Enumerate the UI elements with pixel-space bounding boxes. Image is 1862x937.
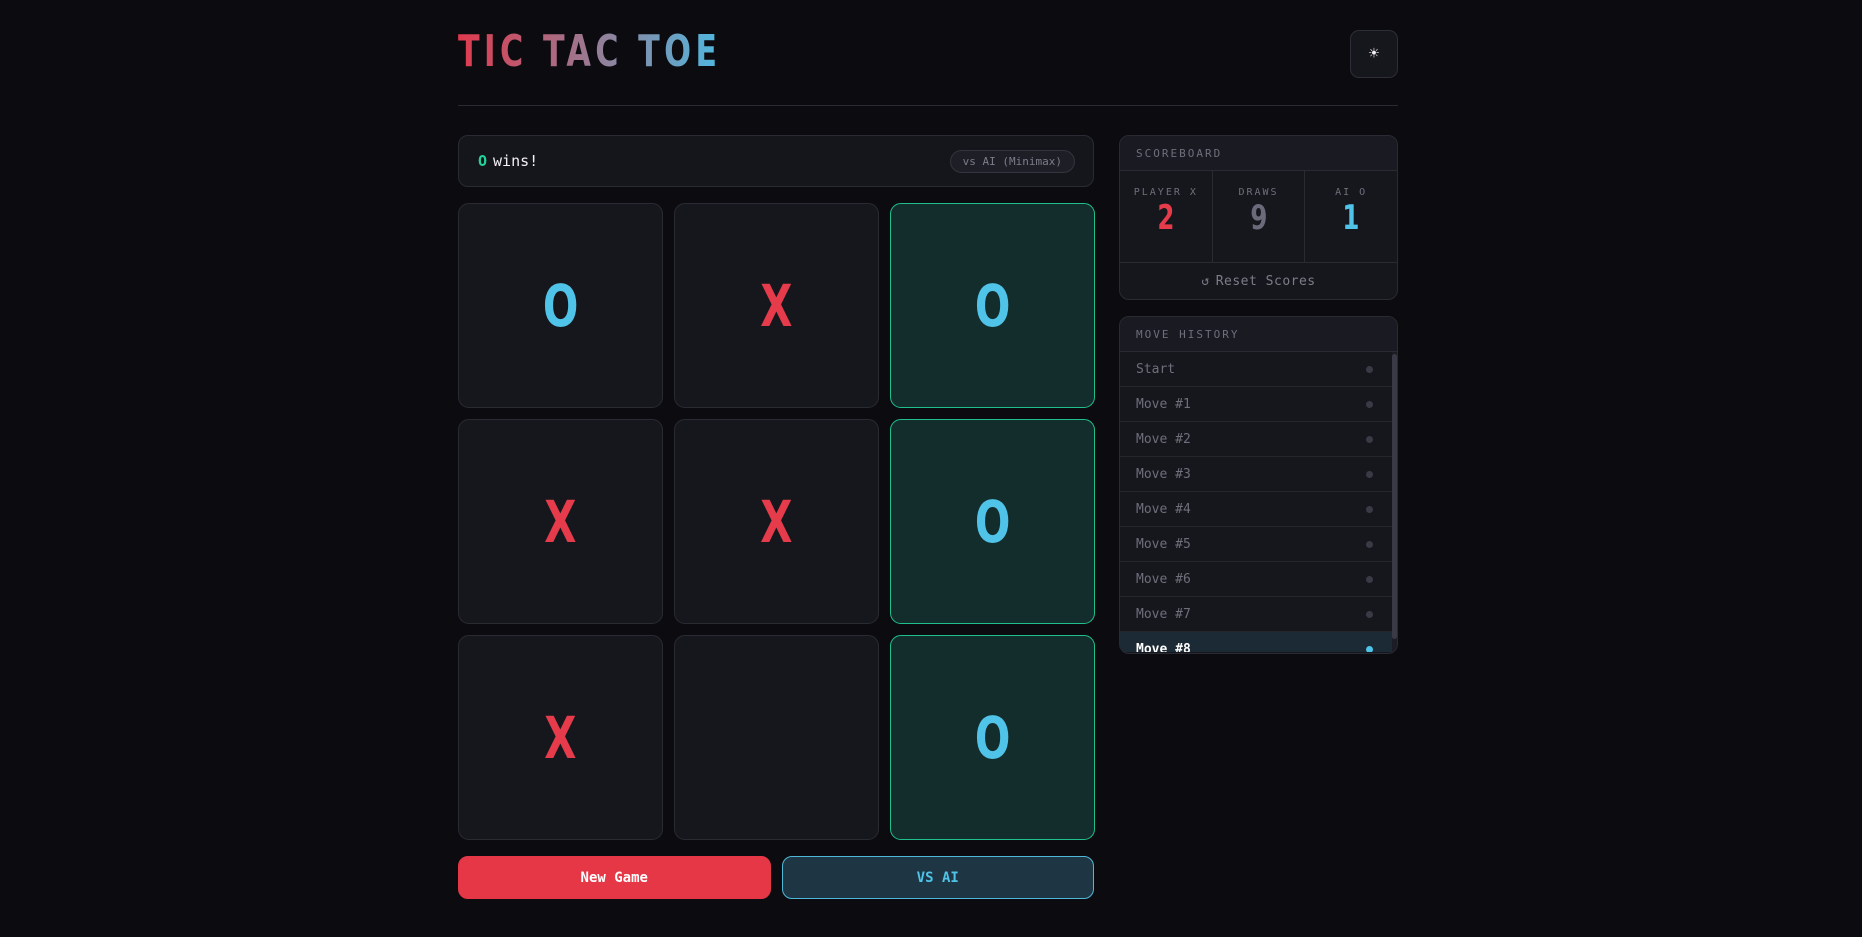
history-dot-icon [1366,610,1373,618]
history-dot-icon [1366,575,1373,583]
history-item-label: Move #8 [1136,641,1191,653]
history-dot-icon [1366,645,1373,652]
theme-toggle-button[interactable]: ☀ [1350,29,1398,78]
page-title: TIC TAC TOE [458,26,722,77]
history-item[interactable]: Move #3 [1120,457,1392,492]
history-item[interactable]: Move #1 [1120,387,1392,422]
move-history-title: MOVE HISTORY [1120,317,1397,352]
board-cell-4[interactable]: X [674,419,879,624]
game-controls: New Game VS AI [458,856,1094,899]
board-cell-0[interactable]: O [458,203,663,408]
score-value-ai-o: 1 [1342,198,1360,238]
history-scrollbar[interactable] [1392,352,1397,652]
board-cell-6[interactable]: X [458,635,663,840]
history-item-label: Move #2 [1136,431,1191,447]
score-row: PLAYER X 2 DRAWS 9 AI O 1 [1120,171,1397,263]
reset-icon: ↺ [1201,273,1210,289]
move-history-panel: MOVE HISTORY Start Move #1 Move #2 Move #3 M… [1119,316,1398,654]
status-winner: O [478,152,488,170]
board-cell-8[interactable]: O [890,635,1095,840]
history-dot-icon [1366,365,1373,373]
cell-mark-x: X [760,271,793,340]
scoreboard-panel: SCOREBOARD PLAYER X 2 DRAWS 9 AI O 1 ↺ R… [1119,135,1398,300]
vs-ai-button[interactable]: VS AI [781,856,1094,899]
score-label-draws: DRAWS [1238,187,1279,198]
header: TIC TAC TOE ☀ [458,0,1398,106]
status-message: wins! [493,152,539,170]
board-cell-2[interactable]: O [890,203,1095,408]
history-item[interactable]: Move #4 [1120,492,1392,527]
score-ai-o: AI O 1 [1304,171,1397,262]
move-history-list: Start Move #1 Move #2 Move #3 Move #4 Move #5… [1120,352,1397,652]
cell-mark-x: X [544,487,577,556]
reset-scores-button[interactable]: ↺ Reset Scores [1120,263,1397,299]
sun-icon: ☀ [1368,43,1380,64]
cell-mark-x: X [544,703,577,772]
history-item[interactable]: Move #5 [1120,527,1392,562]
game-column: Owins! vs AI (Minimax) O X O X X O X O New Game… [458,135,1095,899]
cell-mark-o: O [974,487,1011,556]
history-item[interactable]: Move #8 [1120,632,1392,652]
history-item-label: Move #1 [1136,396,1191,412]
main-layout: Owins! vs AI (Minimax) O X O X X O X O New Game… [458,135,1398,899]
sidebar: SCOREBOARD PLAYER X 2 DRAWS 9 AI O 1 ↺ R… [1119,135,1398,899]
history-item-label: Move #6 [1136,571,1191,587]
history-item-label: Move #7 [1136,606,1191,622]
history-dot-icon [1366,505,1373,513]
cell-mark-o: O [974,703,1011,772]
history-item-label: Move #3 [1136,466,1191,482]
score-label-ai-o: AI O [1335,187,1368,198]
history-item[interactable]: Move #2 [1120,422,1392,457]
history-item-label: Start [1136,361,1176,377]
cell-mark-o: O [542,271,579,340]
game-board: O X O X X O X O [458,203,1095,840]
history-item[interactable]: Move #6 [1120,562,1392,597]
board-cell-5[interactable]: O [890,419,1095,624]
score-player-x: PLAYER X 2 [1120,171,1212,262]
history-dot-icon [1366,540,1373,548]
cell-mark-x: X [760,487,793,556]
history-dot-icon [1366,470,1373,478]
board-cell-7[interactable] [674,635,879,840]
new-game-button[interactable]: New Game [458,856,771,899]
history-scroll-thumb[interactable] [1392,354,1397,639]
score-value-draws: 9 [1249,198,1268,238]
board-cell-3[interactable]: X [458,419,663,624]
mode-badge: vs AI (Minimax) [949,149,1075,173]
history-item[interactable]: Move #7 [1120,597,1392,632]
status-bar: Owins! vs AI (Minimax) [458,135,1094,187]
board-cell-1[interactable]: X [674,203,879,408]
scoreboard-title: SCOREBOARD [1120,136,1397,171]
history-dot-icon [1366,400,1373,408]
app-root: TIC TAC TOE ☀ Owins! vs AI (Minimax) OXO… [458,0,1398,899]
status-text: Owins! [478,152,538,170]
history-item-label: Move #5 [1136,536,1191,552]
history-item-label: Move #4 [1136,501,1191,517]
score-label-player-x: PLAYER X [1133,187,1198,198]
history-item[interactable]: Start [1120,352,1392,387]
reset-scores-label: Reset Scores [1215,273,1316,289]
cell-mark-o: O [974,271,1011,340]
history-dot-icon [1366,435,1373,443]
score-value-player-x: 2 [1157,198,1175,238]
score-draws: DRAWS 9 [1211,171,1305,262]
